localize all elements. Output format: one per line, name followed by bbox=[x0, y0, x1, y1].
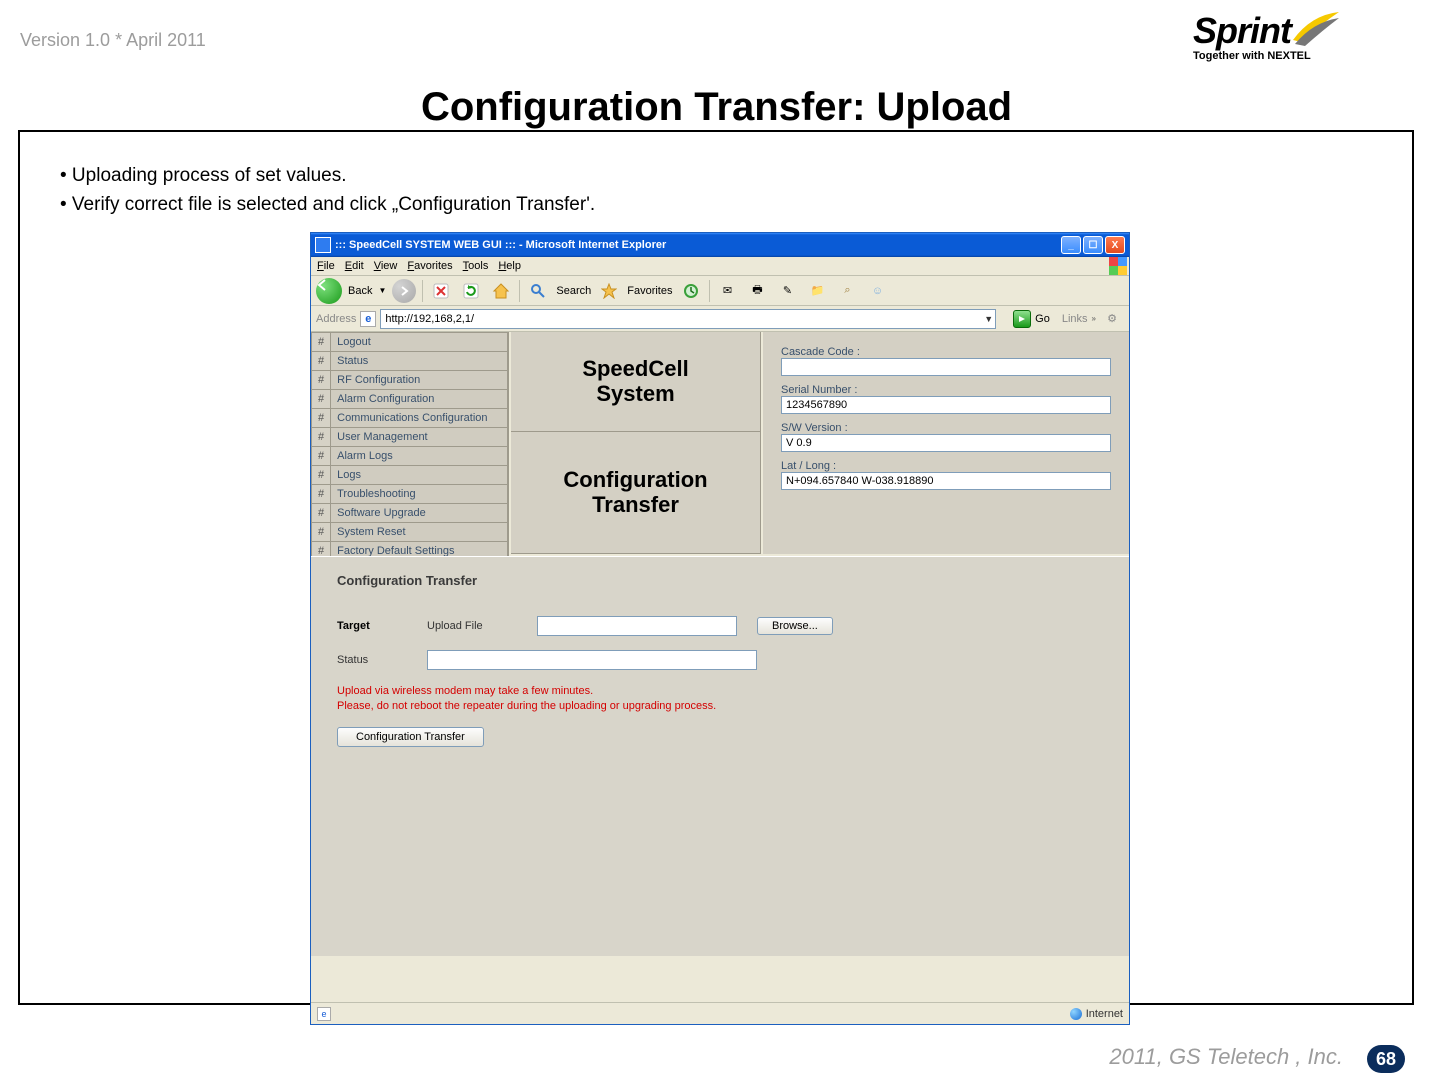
footer-copyright: 2011, GS Teletech , Inc. bbox=[1109, 1044, 1343, 1070]
nav-pane: #Logout #Status #RF Configuration #Alarm… bbox=[311, 332, 509, 580]
status-label: Status bbox=[337, 654, 407, 666]
lat-label: Lat / Long : bbox=[781, 460, 1111, 472]
research-button[interactable]: ⌕ bbox=[836, 279, 860, 303]
settings-icon[interactable]: ⚙ bbox=[1100, 307, 1124, 331]
messenger-button[interactable]: ☺ bbox=[866, 279, 890, 303]
nav-alarm-config[interactable]: Alarm Configuration bbox=[331, 390, 508, 409]
menu-favorites[interactable]: Favorites bbox=[407, 260, 452, 272]
sprint-logo: Sprint Together with NEXTEL bbox=[1193, 10, 1393, 70]
address-label: Address bbox=[316, 313, 356, 325]
serial-label: Serial Number : bbox=[781, 384, 1111, 396]
center-titles: SpeedCell System Configuration Transfer bbox=[511, 332, 761, 554]
warn-line-1: Upload via wireless modem may take a few… bbox=[337, 684, 1103, 699]
cascade-input[interactable] bbox=[781, 358, 1111, 376]
status-page-icon: e bbox=[317, 1007, 331, 1021]
search-icon[interactable] bbox=[526, 279, 550, 303]
config-transfer-button[interactable]: Configuration Transfer bbox=[337, 727, 484, 747]
center-title-cfg: Configuration Transfer bbox=[511, 432, 760, 554]
refresh-button[interactable] bbox=[459, 279, 483, 303]
search-label[interactable]: Search bbox=[556, 285, 591, 297]
serial-input[interactable] bbox=[781, 396, 1111, 414]
folder-button[interactable]: 📁 bbox=[806, 279, 830, 303]
sprint-wing-icon bbox=[1291, 10, 1341, 50]
nav-system-reset[interactable]: System Reset bbox=[331, 523, 508, 542]
ie-menubar: File Edit View Favorites Tools Help bbox=[311, 257, 1129, 276]
nav-status[interactable]: Status bbox=[331, 352, 508, 371]
print-button[interactable]: 🖶 bbox=[746, 279, 770, 303]
page-title: Configuration Transfer: Upload bbox=[0, 85, 1433, 130]
page-content: #Logout #Status #RF Configuration #Alarm… bbox=[311, 332, 1129, 1002]
doc-version-label: Version 1.0 * April 2011 bbox=[20, 30, 206, 51]
forward-button[interactable] bbox=[392, 279, 416, 303]
go-label[interactable]: Go bbox=[1035, 313, 1050, 325]
browse-button[interactable]: Browse... bbox=[757, 617, 833, 635]
logo-brand: Sprint bbox=[1193, 10, 1291, 52]
nav-user-mgmt[interactable]: User Management bbox=[331, 428, 508, 447]
ie-title-text: ::: SpeedCell SYSTEM WEB GUI ::: - Micro… bbox=[335, 239, 666, 251]
links-label[interactable]: Links bbox=[1062, 313, 1088, 325]
favorites-icon[interactable] bbox=[597, 279, 621, 303]
ie-address-bar: Address e ▼ Go Links » ⚙ bbox=[311, 306, 1129, 332]
sw-input[interactable] bbox=[781, 434, 1111, 452]
minimize-button[interactable]: _ bbox=[1061, 236, 1081, 254]
slide-frame: • Uploading process of set values. • Ver… bbox=[18, 130, 1414, 1005]
go-button[interactable] bbox=[1013, 310, 1031, 328]
maximize-button[interactable]: ☐ bbox=[1083, 236, 1103, 254]
ie-toolbar: Back ▼ Search Favorites bbox=[311, 276, 1129, 306]
edit-button[interactable]: ✎ bbox=[776, 279, 800, 303]
globe-icon bbox=[1070, 1008, 1082, 1020]
back-button[interactable] bbox=[316, 278, 342, 304]
bullet-1: • Uploading process of set values. bbox=[60, 162, 595, 191]
address-dropdown-icon[interactable]: ▼ bbox=[984, 314, 993, 324]
info-pane: Cascade Code : Serial Number : S/W Versi… bbox=[763, 332, 1129, 554]
ie-window: ::: SpeedCell SYSTEM WEB GUI ::: - Micro… bbox=[310, 232, 1130, 1025]
history-button[interactable] bbox=[679, 279, 703, 303]
config-transfer-panel: Configuration Transfer Target Upload Fil… bbox=[311, 556, 1129, 956]
stop-button[interactable] bbox=[429, 279, 453, 303]
menu-edit[interactable]: Edit bbox=[345, 260, 364, 272]
bullet-2: • Verify correct file is selected and cl… bbox=[60, 191, 595, 220]
windows-flag-icon bbox=[1109, 257, 1127, 275]
upload-file-input[interactable] bbox=[537, 616, 737, 636]
ie-titlebar[interactable]: ::: SpeedCell SYSTEM WEB GUI ::: - Micro… bbox=[311, 233, 1129, 257]
page-icon: e bbox=[360, 311, 376, 327]
logo-tagline: Together with NEXTEL bbox=[1193, 50, 1393, 62]
menu-tools[interactable]: Tools bbox=[463, 260, 489, 272]
ie-app-icon bbox=[315, 237, 331, 253]
nav-logout[interactable]: Logout bbox=[331, 333, 508, 352]
menu-view[interactable]: View bbox=[374, 260, 398, 272]
bullet-list: • Uploading process of set values. • Ver… bbox=[60, 162, 595, 219]
sw-label: S/W Version : bbox=[781, 422, 1111, 434]
nav-troubleshooting[interactable]: Troubleshooting bbox=[331, 485, 508, 504]
lat-input[interactable] bbox=[781, 472, 1111, 490]
target-label: Target bbox=[337, 620, 407, 632]
status-zone: Internet bbox=[1086, 1008, 1123, 1020]
nav-comm-config[interactable]: Communications Configuration bbox=[331, 409, 508, 428]
page-number-badge: 68 bbox=[1367, 1045, 1405, 1073]
menu-file[interactable]: File bbox=[317, 260, 335, 272]
ie-status-bar: e Internet bbox=[311, 1002, 1129, 1024]
mail-button[interactable]: ✉ bbox=[716, 279, 740, 303]
back-label[interactable]: Back bbox=[348, 285, 372, 297]
close-button[interactable]: X bbox=[1105, 236, 1125, 254]
warn-line-2: Please, do not reboot the repeater durin… bbox=[337, 699, 1103, 714]
cascade-label: Cascade Code : bbox=[781, 346, 1111, 358]
center-title-system: SpeedCell System bbox=[511, 332, 760, 432]
nav-sw-upgrade[interactable]: Software Upgrade bbox=[331, 504, 508, 523]
favorites-label[interactable]: Favorites bbox=[627, 285, 672, 297]
status-input[interactable] bbox=[427, 650, 757, 670]
upload-warning: Upload via wireless modem may take a few… bbox=[337, 684, 1103, 715]
nav-rf-config[interactable]: RF Configuration bbox=[331, 371, 508, 390]
nav-alarm-logs[interactable]: Alarm Logs bbox=[331, 447, 508, 466]
nav-logs[interactable]: Logs bbox=[331, 466, 508, 485]
menu-help[interactable]: Help bbox=[498, 260, 521, 272]
upload-file-label: Upload File bbox=[427, 620, 517, 632]
cfg-heading: Configuration Transfer bbox=[337, 573, 1103, 588]
address-input[interactable] bbox=[380, 309, 996, 329]
home-button[interactable] bbox=[489, 279, 513, 303]
